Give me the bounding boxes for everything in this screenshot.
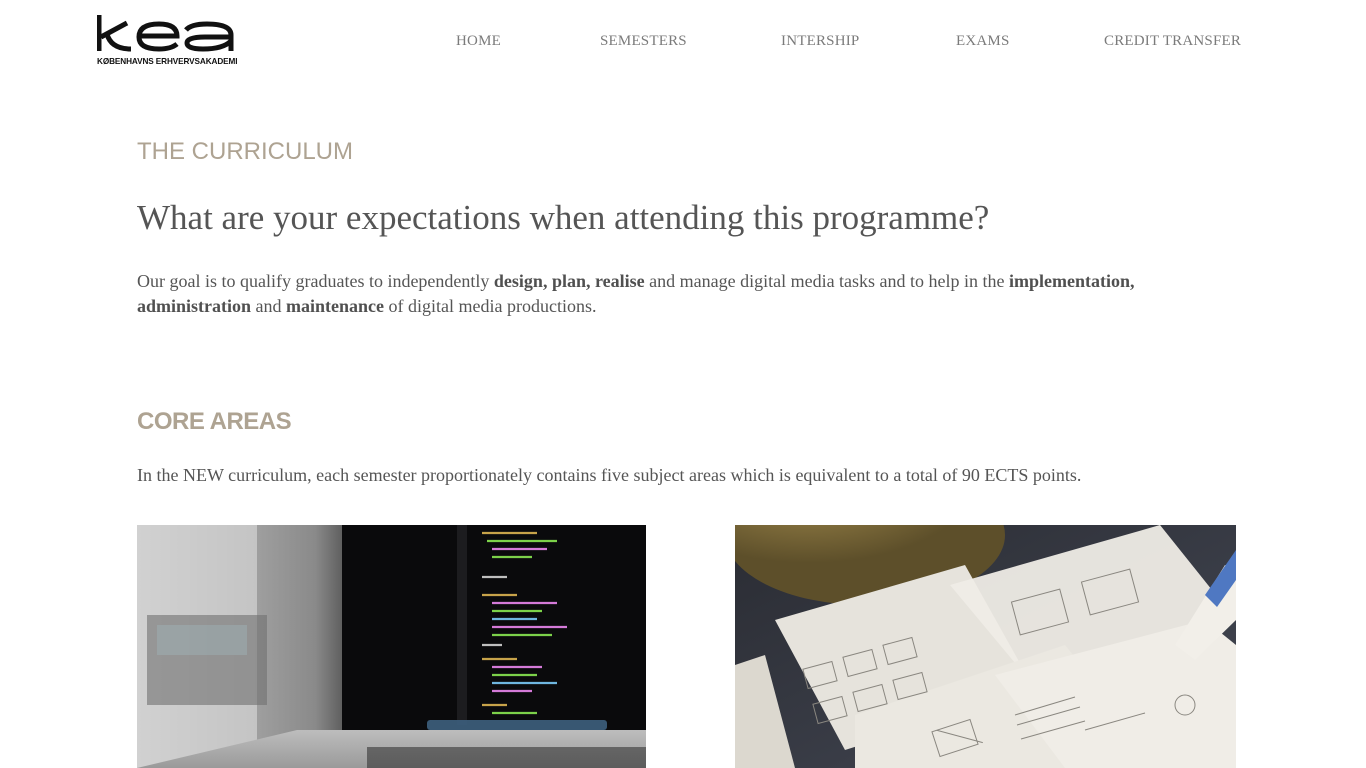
goal-text-3: and	[251, 296, 287, 316]
goal-bold-3: maintenance	[286, 296, 385, 316]
logo-subtitle: KØBENHAVNS ERHVERVSAKADEMI	[97, 57, 238, 66]
goal-text-1: Our goal is to qualify graduates to inde…	[137, 271, 494, 291]
wireframe-sketches-photo	[735, 525, 1236, 768]
core-areas-paragraph: In the NEW curriculum, each semester pro…	[137, 465, 1082, 485]
nav-internship[interactable]: INTERSHIP	[781, 33, 859, 50]
goal-paragraph: Our goal is to qualify graduates to inde…	[137, 269, 1227, 319]
kea-wordmark-icon	[97, 15, 234, 52]
kea-logo[interactable]: KØBENHAVNS ERHVERVSAKADEMI	[97, 13, 238, 69]
page-heading: What are your expectations when attendin…	[137, 198, 990, 237]
goal-text-4: of digital media productions.	[384, 296, 597, 316]
laptop-with-code-photo	[137, 525, 646, 768]
nav-semesters[interactable]: SEMESTERS	[600, 33, 687, 50]
goal-bold-1: design, plan, realise	[493, 271, 645, 291]
nav-credit-transfer[interactable]: CREDIT TRANSFER	[1104, 33, 1241, 50]
nav-exams[interactable]: EXAMS	[956, 33, 1010, 50]
core-areas-title: CORE AREAS	[137, 408, 292, 435]
curriculum-title: THE CURRICULUM	[137, 138, 353, 165]
goal-text-2: and manage digital media tasks and to he…	[644, 271, 1010, 291]
nav-home[interactable]: HOME	[456, 33, 501, 50]
